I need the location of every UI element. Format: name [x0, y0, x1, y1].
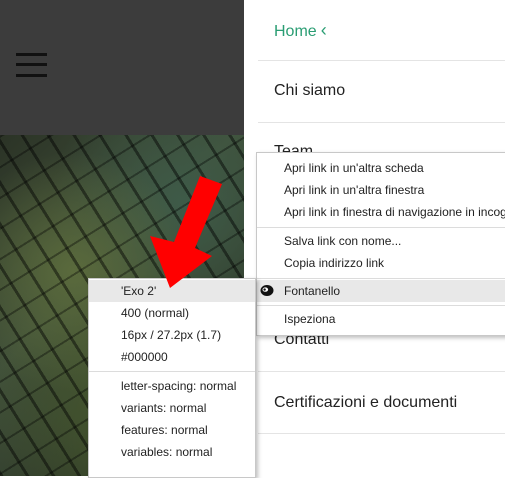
menu-item-open-incognito[interactable]: Apri link in finestra di navigazione in …: [257, 201, 505, 223]
font-color-value[interactable]: #000000: [89, 346, 255, 368]
menu-item-save-link[interactable]: Salva link con nome...: [257, 230, 505, 252]
menu-item-fontanello[interactable]: Fontanello: [257, 280, 505, 302]
menu-item-open-new-window[interactable]: Apri link in un'altra finestra: [257, 179, 505, 201]
divider: [258, 433, 505, 434]
divider: [258, 371, 505, 372]
chevron-left-icon: ‹: [320, 20, 327, 40]
hamburger-menu-icon[interactable]: [16, 53, 47, 77]
fontanello-eye-icon: [260, 285, 274, 296]
popup-separator: [89, 371, 255, 372]
menu-item-inspect[interactable]: Ispeziona: [257, 308, 505, 330]
menu-separator: [257, 227, 505, 228]
menu-separator: [257, 278, 505, 279]
font-size-value[interactable]: 16px / 27.2px (1.7): [89, 324, 255, 346]
red-arrow-annotation: [150, 176, 222, 288]
home-label: Home: [274, 23, 317, 40]
menu-item-copy-link[interactable]: Copia indirizzo link: [257, 252, 505, 274]
menu-item-open-new-tab[interactable]: Apri link in un'altra scheda: [257, 157, 505, 179]
site-header: [0, 0, 244, 135]
letter-spacing-value[interactable]: letter-spacing: normal: [89, 375, 255, 397]
font-info-popup: 'Exo 2' 400 (normal) 16px / 27.2px (1.7)…: [88, 278, 256, 478]
menu-separator: [257, 305, 505, 306]
menu-item-fontanello-label: Fontanello: [284, 284, 341, 298]
nav-item-chi-siamo[interactable]: Chi siamo: [274, 82, 505, 100]
home-link[interactable]: Home ‹: [274, 20, 327, 41]
context-menu: Apri link in un'altra scheda Apri link i…: [256, 152, 505, 336]
variables-value[interactable]: variables: normal: [89, 441, 255, 463]
features-value[interactable]: features: normal: [89, 419, 255, 441]
font-weight-value[interactable]: 400 (normal): [89, 302, 255, 324]
divider: [258, 60, 505, 61]
divider: [258, 122, 505, 123]
variants-value[interactable]: variants: normal: [89, 397, 255, 419]
nav-item-certificazioni[interactable]: Certificazioni e documenti: [274, 394, 505, 412]
